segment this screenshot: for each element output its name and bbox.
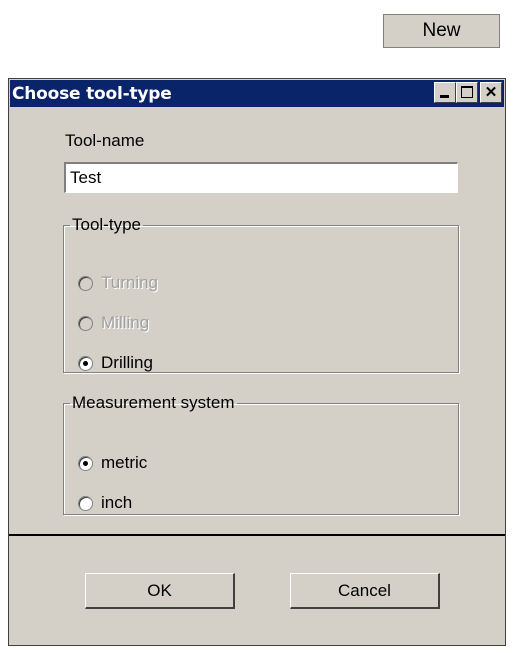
radio-inch[interactable]: inch bbox=[78, 493, 132, 513]
close-icon[interactable]: ✕ bbox=[480, 82, 502, 103]
radio-label: metric bbox=[101, 453, 148, 472]
radio-label: Turning bbox=[101, 273, 159, 292]
radio-button-selected-icon bbox=[78, 455, 93, 471]
tool-type-group: Tool-type Turning Milling Drilling bbox=[63, 215, 459, 373]
new-button[interactable]: New bbox=[383, 14, 500, 48]
ok-button[interactable]: OK bbox=[85, 573, 235, 609]
radio-button-icon bbox=[78, 275, 93, 291]
choose-tool-type-dialog: Choose tool-type ✕ Tool-name Tool-type T… bbox=[8, 78, 506, 646]
measurement-system-group: Measurement system metric inch bbox=[63, 393, 459, 515]
radio-label: inch bbox=[101, 493, 133, 512]
maximize-icon[interactable] bbox=[456, 82, 478, 103]
title-bar[interactable]: Choose tool-type ✕ bbox=[10, 80, 504, 107]
radio-button-icon bbox=[78, 315, 93, 331]
measurement-system-legend: Measurement system bbox=[72, 393, 235, 412]
tool-name-input[interactable] bbox=[64, 162, 458, 193]
cancel-button[interactable]: Cancel bbox=[290, 573, 440, 609]
radio-metric[interactable]: metric bbox=[78, 453, 147, 473]
tool-type-legend: Tool-type bbox=[72, 215, 141, 234]
radio-turning[interactable]: Turning bbox=[78, 273, 158, 293]
radio-button-icon bbox=[78, 495, 93, 511]
radio-milling[interactable]: Milling bbox=[78, 313, 149, 333]
radio-drilling[interactable]: Drilling bbox=[78, 353, 153, 373]
radio-label: Milling bbox=[101, 313, 150, 332]
divider bbox=[9, 534, 505, 536]
dialog-title: Choose tool-type bbox=[12, 83, 172, 104]
radio-button-selected-icon bbox=[78, 355, 93, 371]
window-controls: ✕ bbox=[434, 82, 502, 103]
radio-label: Drilling bbox=[101, 353, 153, 372]
minimize-icon[interactable] bbox=[434, 82, 456, 103]
tool-name-label: Tool-name bbox=[65, 131, 145, 150]
